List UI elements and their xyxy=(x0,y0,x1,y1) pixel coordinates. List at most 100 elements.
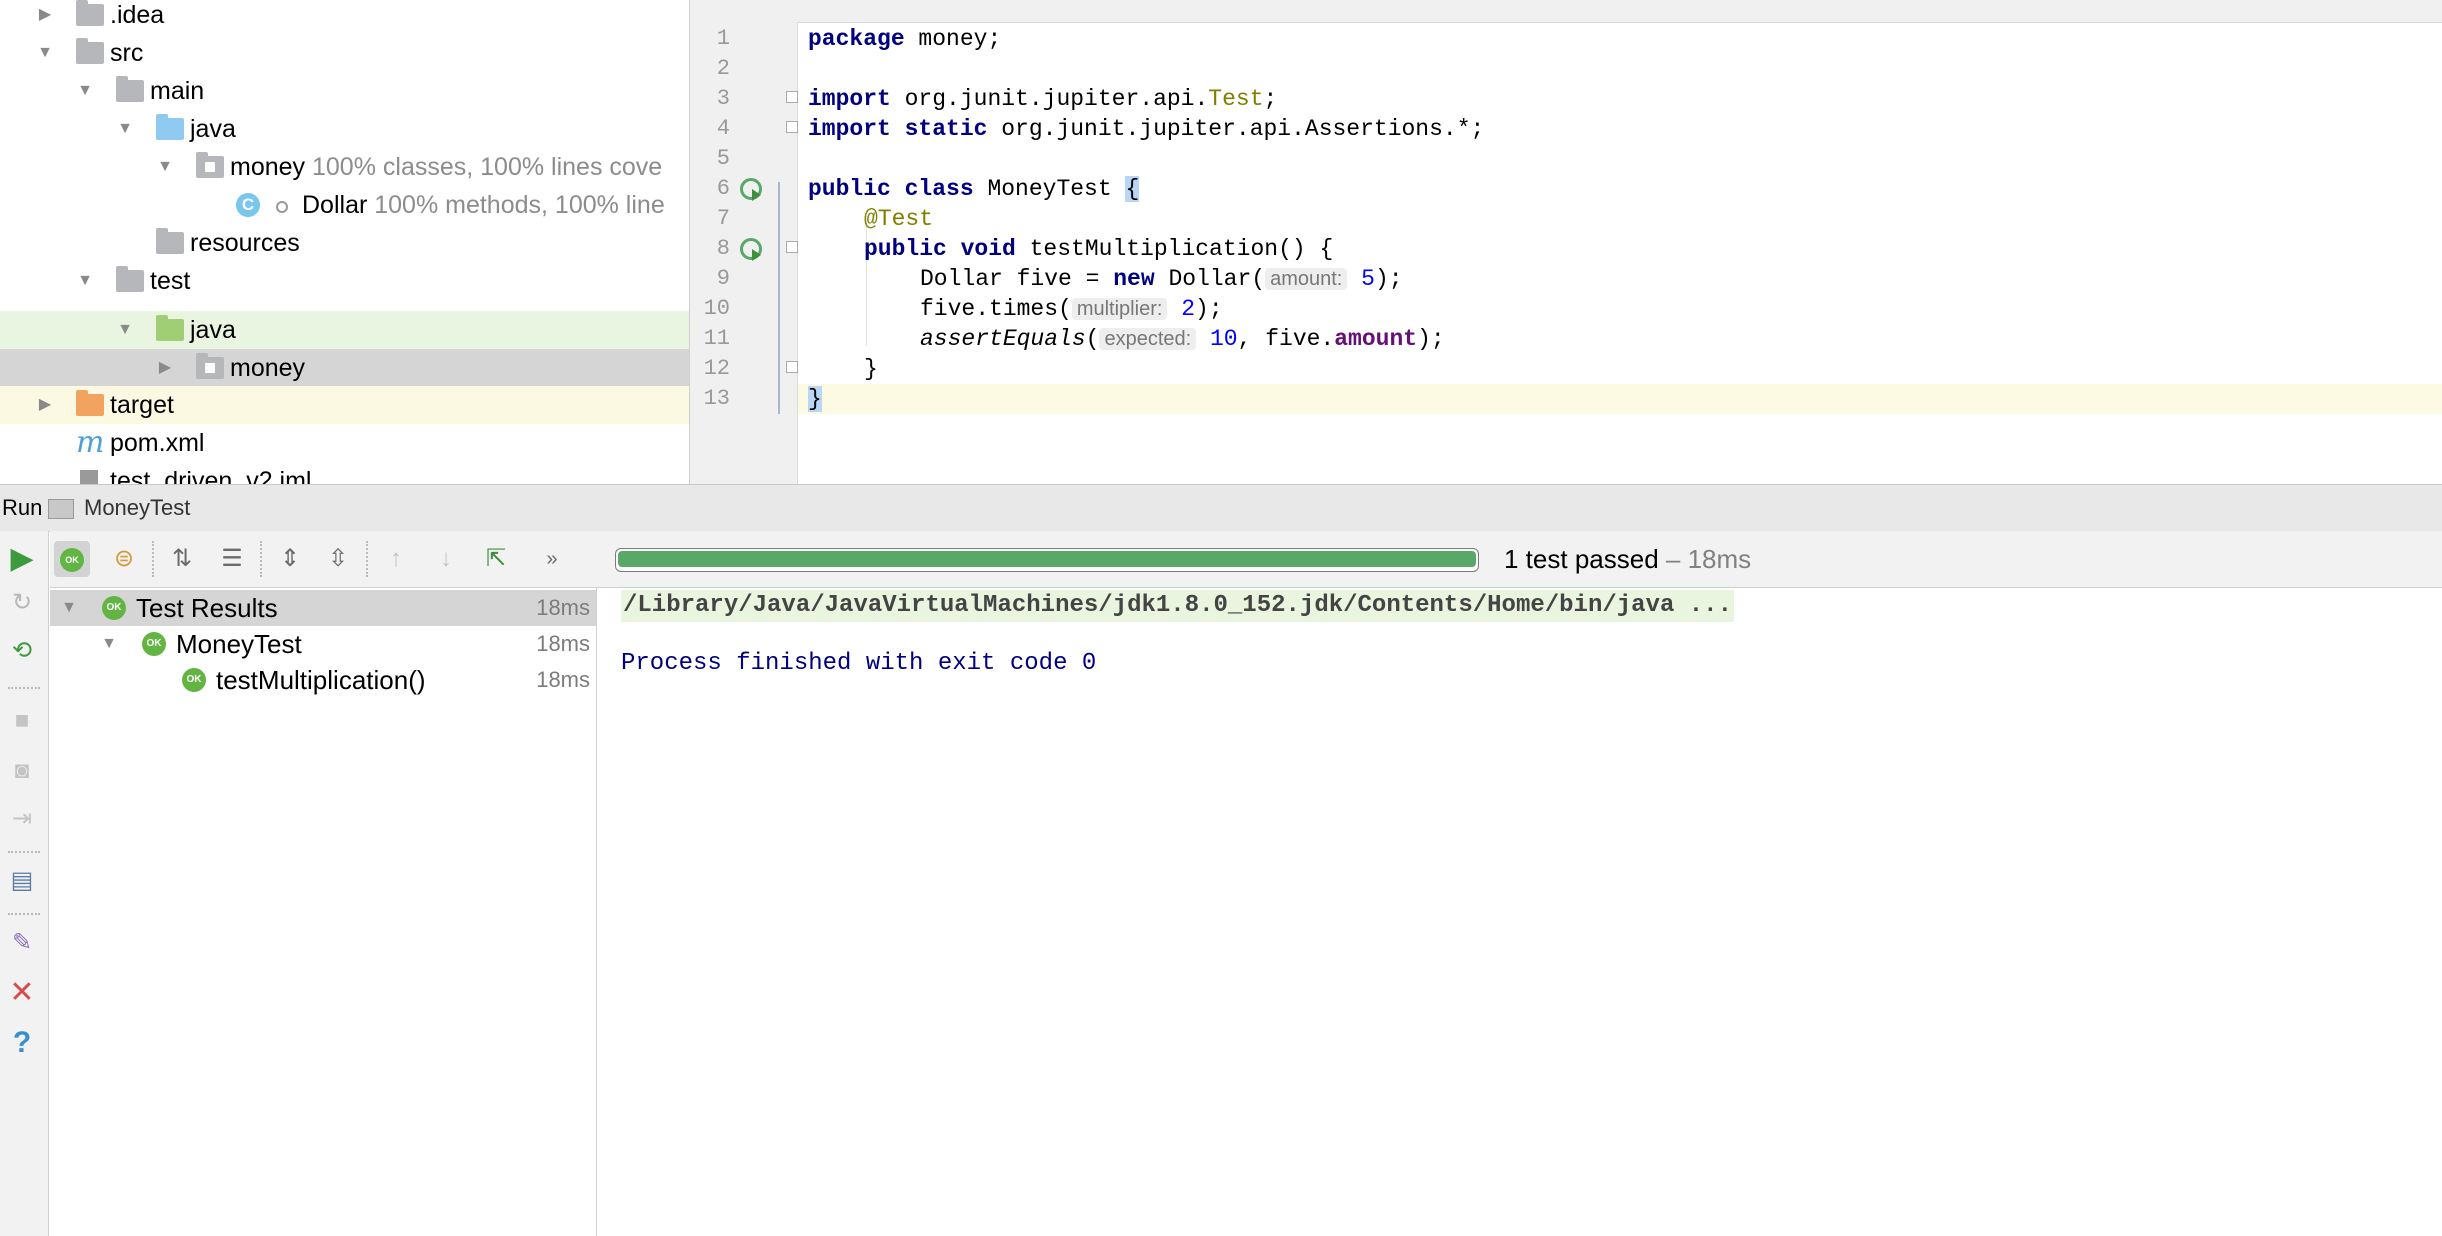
parameter-hint: expected: xyxy=(1099,328,1197,350)
run-label: Run xyxy=(2,495,43,520)
chevron-down-icon[interactable]: ▼ xyxy=(76,262,94,300)
fold-marker-icon[interactable] xyxy=(786,241,798,253)
code-line-13: } xyxy=(808,386,822,412)
parameter-hint: multiplier: xyxy=(1071,298,1168,320)
chevron-down-icon[interactable]: ▼ xyxy=(100,625,118,663)
test-results-tree: ▼ OK Test Results 18ms ▼ OK MoneyTest 18… xyxy=(50,588,597,1236)
class-icon: C xyxy=(236,193,260,217)
fold-marker-icon[interactable] xyxy=(786,121,798,133)
editor-gutter: 1 2 3 4 5 6 7 8 9 10 11 12 13 xyxy=(690,22,798,484)
code-line-1: package money; xyxy=(808,26,1002,52)
tree-item-money-package[interactable]: ▼ money 100% classes, 100% lines cove xyxy=(0,148,689,186)
prev-failed-icon[interactable]: ↑ xyxy=(378,541,414,577)
tree-item-iml[interactable]: test_driven_v2.iml xyxy=(0,462,689,484)
code-line-6: public class MoneyTest { xyxy=(808,176,1140,202)
test-progress-fill xyxy=(618,551,1476,567)
chevron-down-icon[interactable]: ▼ xyxy=(60,589,78,627)
run-test-class-icon[interactable] xyxy=(740,178,762,201)
line-number: 13 xyxy=(703,386,730,411)
run-test-method-icon[interactable] xyxy=(740,238,762,261)
chevron-down-icon[interactable]: ▼ xyxy=(36,34,54,72)
test-node-class[interactable]: ▼ OK MoneyTest 18ms xyxy=(50,626,596,662)
chevron-right-icon[interactable]: ▶ xyxy=(36,0,54,34)
code-line-9: Dollar five = new Dollar(amount: 5); xyxy=(920,266,1403,292)
close-icon[interactable]: ✕ xyxy=(4,975,40,1011)
chevron-down-icon[interactable]: ▼ xyxy=(156,148,174,186)
tree-item-main[interactable]: ▼ main xyxy=(0,72,689,110)
rerun-failed-icon[interactable]: ↻ xyxy=(4,585,40,621)
console-output[interactable]: /Library/Java/JavaVirtualMachines/jdk1.8… xyxy=(597,588,2442,1236)
more-icon[interactable]: » xyxy=(534,541,570,577)
test-folder-icon xyxy=(156,315,184,341)
run-config-icon xyxy=(48,499,74,519)
tree-item-test-money[interactable]: ▶ money xyxy=(0,349,689,387)
run-config-tab[interactable]: MoneyTest xyxy=(84,485,190,531)
project-tree: ▶ .idea ▼ src ▼ main ▼ java ▼ money 100%… xyxy=(0,0,690,484)
tree-item-label: money xyxy=(230,153,306,181)
folder-icon xyxy=(76,0,104,26)
code-editor[interactable]: 1 2 3 4 5 6 7 8 9 10 11 12 13 package mo… xyxy=(690,0,2442,484)
tree-item-resources[interactable]: resources xyxy=(0,224,689,262)
chevron-down-icon[interactable]: ▼ xyxy=(116,110,134,148)
expand-all-icon[interactable]: ⇕ xyxy=(272,541,308,577)
folder-icon xyxy=(76,38,104,64)
excluded-folder-icon xyxy=(76,390,104,416)
run-tool-window-header: Run MoneyTest xyxy=(0,484,2442,532)
test-node-method[interactable]: OK testMultiplication() 18ms xyxy=(50,662,596,698)
pin-icon[interactable]: ✎ xyxy=(4,925,40,961)
tree-item-label: Dollar xyxy=(302,191,368,219)
next-failed-icon[interactable]: ↓ xyxy=(428,541,464,577)
exit-icon[interactable]: ⇥ xyxy=(4,801,40,837)
tree-item-test-java[interactable]: ▼ java xyxy=(0,311,689,349)
layout-icon[interactable]: ▤ xyxy=(4,863,40,899)
chevron-right-icon[interactable]: ▶ xyxy=(156,349,174,387)
camera-icon[interactable]: ◙ xyxy=(4,753,40,789)
code-line-10: five.times(multiplier: 2); xyxy=(920,296,1223,322)
test-status: 1 test passed – 18ms xyxy=(1504,544,1752,574)
parameter-hint: amount: xyxy=(1265,268,1348,290)
tree-item-target[interactable]: ▶ target xyxy=(0,386,689,424)
help-icon[interactable]: ? xyxy=(4,1025,40,1061)
maven-file-icon: m xyxy=(76,425,105,460)
visibility-icon xyxy=(276,201,288,213)
line-number: 1 xyxy=(716,26,730,51)
source-folder-icon xyxy=(156,114,184,140)
code-line-8: public void testMultiplication() { xyxy=(864,236,1334,262)
sort-alpha-icon[interactable]: ⇅ xyxy=(164,541,200,577)
chevron-down-icon[interactable]: ▼ xyxy=(76,72,94,110)
code-line-11: assertEquals(expected: 10, five.amount); xyxy=(920,326,1445,352)
coverage-text: 100% methods, 100% line xyxy=(374,191,665,219)
tree-item-dollar-class[interactable]: C Dollar 100% methods, 100% line xyxy=(0,186,689,224)
show-ignored-icon[interactable]: ⊜ xyxy=(106,541,142,577)
tree-item-pom[interactable]: m pom.xml xyxy=(0,424,689,462)
collapse-all-icon[interactable]: ⇳ xyxy=(320,541,356,577)
editor-tab-bar xyxy=(690,0,2442,23)
fold-marker-icon[interactable] xyxy=(786,361,798,373)
play-icon[interactable]: ▶ xyxy=(4,541,40,577)
line-number: 3 xyxy=(716,86,730,111)
coverage-text: 100% classes, 100% lines cove xyxy=(312,153,663,181)
export-icon[interactable]: ⇱ xyxy=(478,541,514,577)
test-node-root[interactable]: ▼ OK Test Results 18ms xyxy=(50,590,596,626)
show-passed-icon[interactable]: OK xyxy=(54,541,90,577)
fold-marker-icon[interactable] xyxy=(786,91,798,103)
tree-item-src[interactable]: ▼ src xyxy=(0,34,689,72)
sort-duration-icon[interactable]: ☰ xyxy=(214,541,250,577)
toggle-auto-test-icon[interactable]: ⟲ xyxy=(4,633,40,669)
line-number: 5 xyxy=(716,146,730,171)
stop-icon[interactable]: ■ xyxy=(4,703,40,739)
console-exit-message: Process finished with exit code 0 xyxy=(621,650,1097,677)
run-side-toolbar: ▶ ↻ ⟲ ■ ◙ ⇥ ▤ ✎ ✕ ? xyxy=(0,531,49,1236)
package-icon xyxy=(196,353,224,379)
package-icon xyxy=(196,152,224,178)
folder-icon xyxy=(116,76,144,102)
test-passed-icon: OK xyxy=(142,632,166,656)
current-line-highlight xyxy=(798,384,2442,414)
chevron-down-icon[interactable]: ▼ xyxy=(116,311,134,349)
console-command-line[interactable]: /Library/Java/JavaVirtualMachines/jdk1.8… xyxy=(621,590,1734,622)
tree-item-test[interactable]: ▼ test xyxy=(0,262,689,300)
tree-item-idea[interactable]: ▶ .idea xyxy=(0,0,689,34)
line-number: 6 xyxy=(716,176,730,201)
tree-item-main-java[interactable]: ▼ java xyxy=(0,110,689,148)
chevron-right-icon[interactable]: ▶ xyxy=(36,386,54,424)
